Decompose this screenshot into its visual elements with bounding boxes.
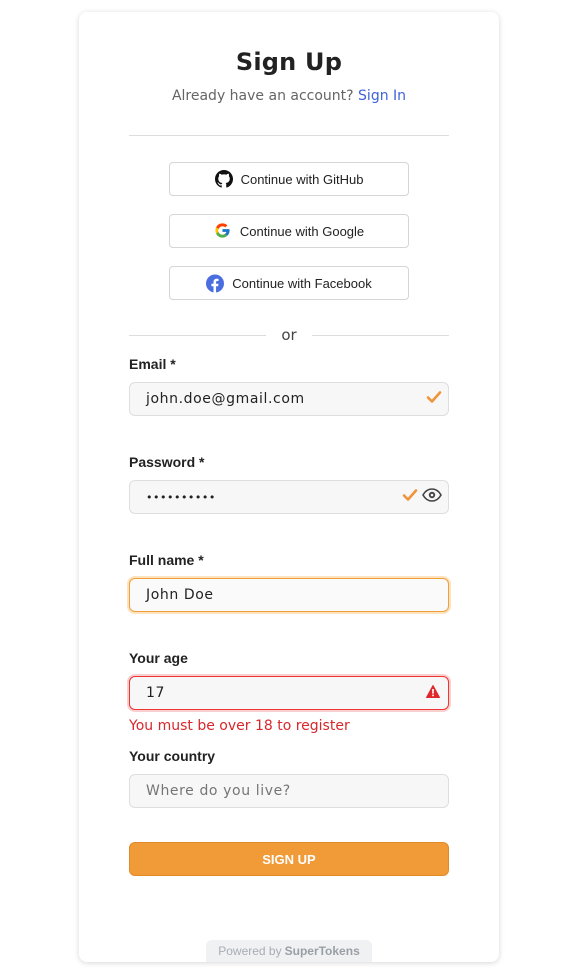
signup-card: Sign Up Already have an account? Sign In…	[79, 12, 499, 962]
password-label: Password *	[129, 454, 205, 470]
email-field[interactable]: john.doe@gmail.com	[129, 382, 449, 416]
google-button-label: Continue with Google	[239, 223, 365, 239]
age-error-message: You must be over 18 to register	[129, 718, 350, 734]
google-button[interactable]: Continue with Google	[169, 214, 409, 248]
show-password-eye-icon[interactable]	[422, 488, 442, 506]
full-name-label: Full name *	[129, 552, 204, 568]
github-button[interactable]: Continue with GitHub	[169, 162, 409, 196]
checkmark-icon	[426, 390, 442, 408]
powered-by-text: Powered by	[218, 944, 282, 958]
page-title: Sign Up	[235, 48, 343, 76]
github-button-label: Continue with GitHub	[240, 171, 364, 187]
full-name-value: John Doe	[146, 587, 214, 603]
sign-up-button[interactable]: SIGN UP	[129, 842, 449, 876]
sign-in-link[interactable]: Sign In	[358, 88, 406, 104]
email-label: Email *	[129, 356, 176, 372]
password-value: ••••••••••	[146, 490, 216, 504]
error-warning-icon	[426, 684, 440, 702]
supertokens-brand: SuperTokens	[284, 944, 360, 958]
or-divider: or	[129, 326, 449, 346]
facebook-button[interactable]: Continue with Facebook	[169, 266, 409, 300]
age-field[interactable]: 17	[129, 676, 449, 710]
country-field[interactable]: Where do you live?	[129, 774, 449, 808]
age-label: Your age	[129, 650, 188, 666]
google-icon	[214, 222, 232, 240]
powered-by-badge[interactable]: Powered by SuperTokens	[206, 940, 372, 962]
age-value: 17	[146, 685, 166, 701]
email-value: john.doe@gmail.com	[146, 391, 305, 407]
facebook-icon	[206, 274, 225, 293]
country-placeholder: Where do you live?	[146, 783, 291, 799]
full-name-field[interactable]: John Doe	[129, 578, 449, 612]
country-label: Your country	[129, 748, 216, 764]
subtitle-text: Already have an account?	[171, 88, 354, 104]
facebook-button-label: Continue with Facebook	[232, 275, 372, 291]
divider	[129, 135, 449, 136]
subtitle: Already have an account? Sign In	[79, 88, 499, 104]
or-line-right	[312, 335, 449, 336]
password-field[interactable]: ••••••••••	[129, 480, 449, 514]
checkmark-icon	[402, 488, 418, 506]
github-icon	[214, 170, 233, 188]
